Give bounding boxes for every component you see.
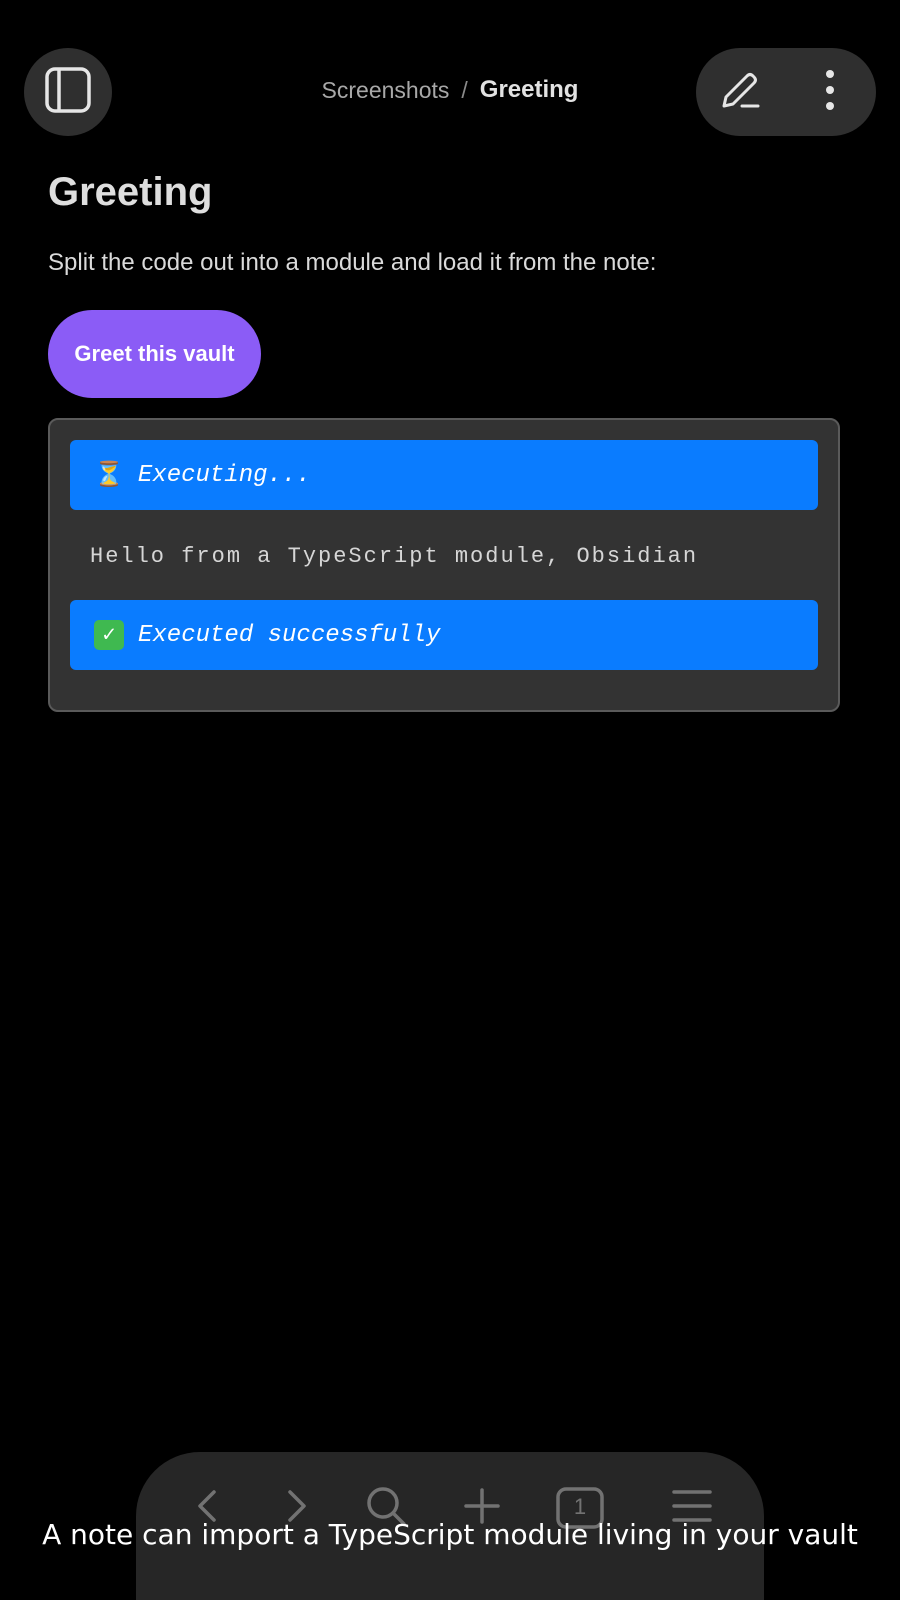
top-bar: Screenshots / Greeting: [0, 0, 900, 184]
output-result-text: Hello from a TypeScript module, Obsidian: [90, 544, 699, 569]
sidebar-toggle-button[interactable]: [24, 48, 112, 136]
breadcrumb-separator: /: [461, 76, 468, 103]
success-status: ✓ Executed successfully: [70, 600, 818, 670]
breadcrumb-parent[interactable]: Screenshots: [322, 77, 450, 104]
note-paragraph: Split the code out into a module and loa…: [48, 249, 657, 276]
pencil-icon: [716, 66, 764, 119]
note-title: Greeting: [48, 170, 213, 214]
tab-count: 1: [573, 1494, 587, 1519]
more-options-button[interactable]: [800, 62, 860, 122]
breadcrumb: Screenshots / Greeting: [240, 70, 660, 110]
greet-vault-button[interactable]: Greet this vault: [48, 310, 261, 398]
caption-overlay: A note can import a TypeScript module li…: [42, 1518, 858, 1551]
executing-status: ⏳ Executing...: [70, 440, 818, 510]
edit-button[interactable]: [710, 62, 770, 122]
executing-text: Executing...: [137, 461, 311, 489]
app-root: Screenshots / Greeting Greeting Split th…: [0, 0, 900, 1600]
breadcrumb-current: Greeting: [479, 76, 579, 103]
check-icon: ✓: [94, 620, 124, 650]
hourglass-icon: ⏳: [94, 463, 124, 490]
success-text: Executed successfully: [138, 621, 441, 649]
more-vertical-icon: [820, 68, 840, 117]
sidebar-icon: [44, 66, 92, 119]
code-output-panel: ⏳ Executing... Hello from a TypeScript m…: [48, 418, 840, 712]
note-actions: [696, 48, 876, 136]
